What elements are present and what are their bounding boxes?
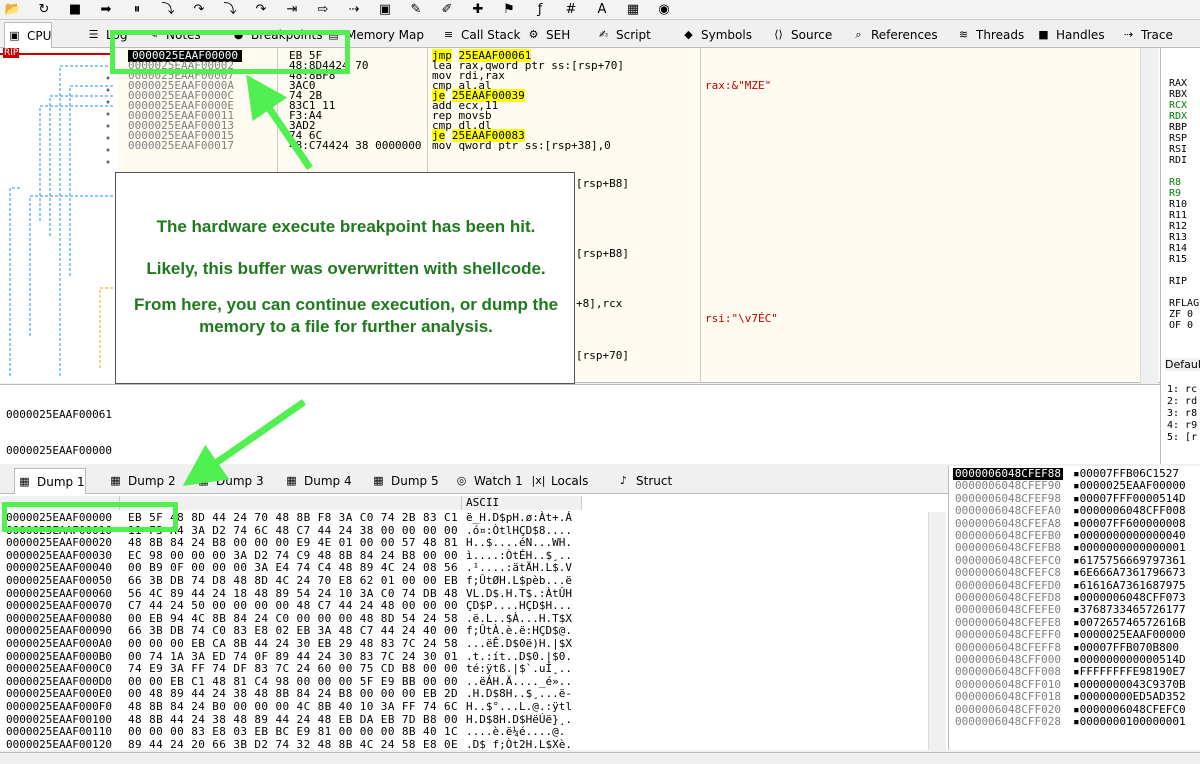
arrow-to-breakpoint: [246, 74, 313, 170]
annotation-arrows: [182, 74, 313, 486]
arrow-to-dump: [182, 399, 306, 486]
